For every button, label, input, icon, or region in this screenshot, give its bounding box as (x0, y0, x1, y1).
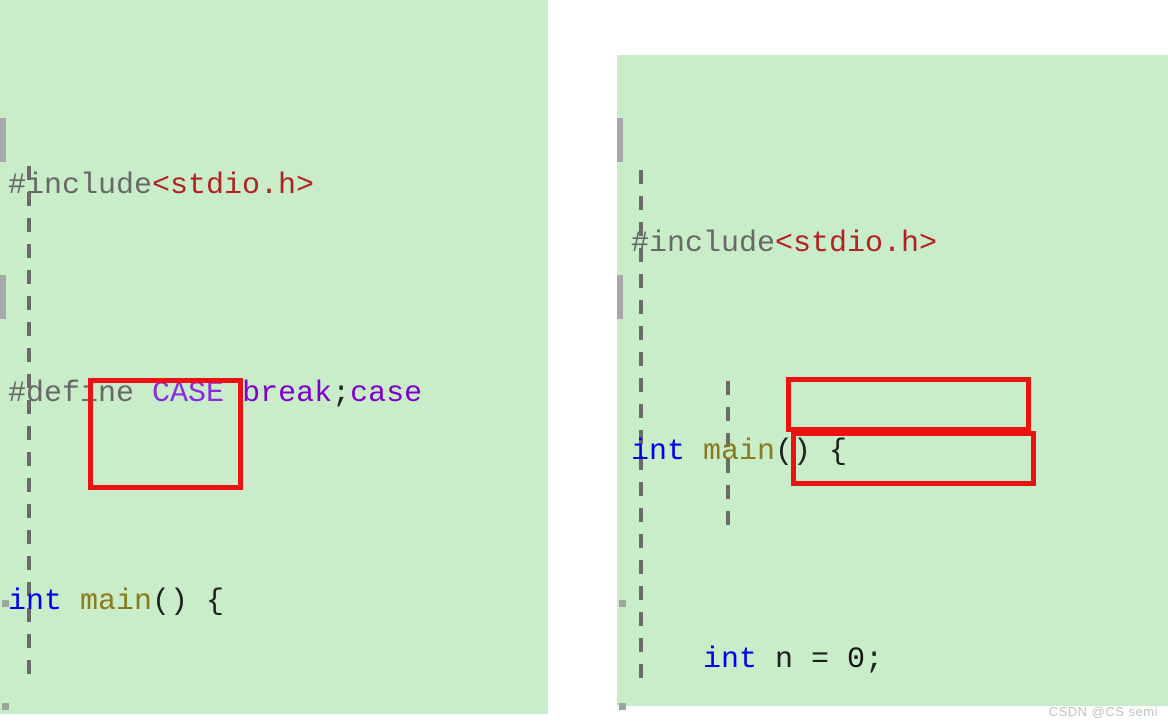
token-function-main: main (80, 585, 153, 619)
token-macro-name: CASE (152, 377, 225, 411)
code-panel-right[interactable]: #include<stdio.h> int main() { int n = 0… (617, 55, 1168, 706)
token-punct: n = (757, 643, 848, 677)
code-line[interactable]: int n = 0; (631, 634, 1168, 686)
token-punct: () { (775, 435, 848, 469)
token-type-int: int (703, 643, 758, 677)
token-semicolon: ; (332, 377, 351, 411)
code-block-right[interactable]: #include<stdio.h> int main() { int n = 0… (617, 55, 1168, 706)
token-punct: () { (152, 585, 225, 619)
code-line[interactable]: #include<stdio.h> (8, 160, 548, 212)
token-keyword-break: break (242, 377, 333, 411)
token-preprocessor: #include (8, 169, 153, 203)
code-line[interactable]: int main() { (631, 426, 1168, 478)
code-line[interactable]: #define CASE break;case (8, 368, 548, 420)
code-line[interactable]: #include<stdio.h> (631, 218, 1168, 270)
watermark-text: CSDN @CS semi (1048, 704, 1158, 719)
token-header-name: <stdio.h> (152, 169, 315, 203)
token-preprocessor: #include (631, 227, 776, 261)
code-panel-left[interactable]: #include<stdio.h> #define CASE break;cas… (0, 0, 548, 714)
token-keyword-case: case (350, 377, 423, 411)
code-line[interactable]: int main() { (8, 576, 548, 628)
token-type-int: int (8, 585, 63, 619)
token-semicolon: ; (865, 643, 884, 677)
token-function-main: main (703, 435, 776, 469)
token-type-int: int (631, 435, 686, 469)
token-header-name: <stdio.h> (775, 227, 938, 261)
token-number: 0 (847, 643, 866, 677)
token-preprocessor: #define (8, 377, 135, 411)
code-block-left[interactable]: #include<stdio.h> #define CASE break;cas… (0, 0, 548, 714)
